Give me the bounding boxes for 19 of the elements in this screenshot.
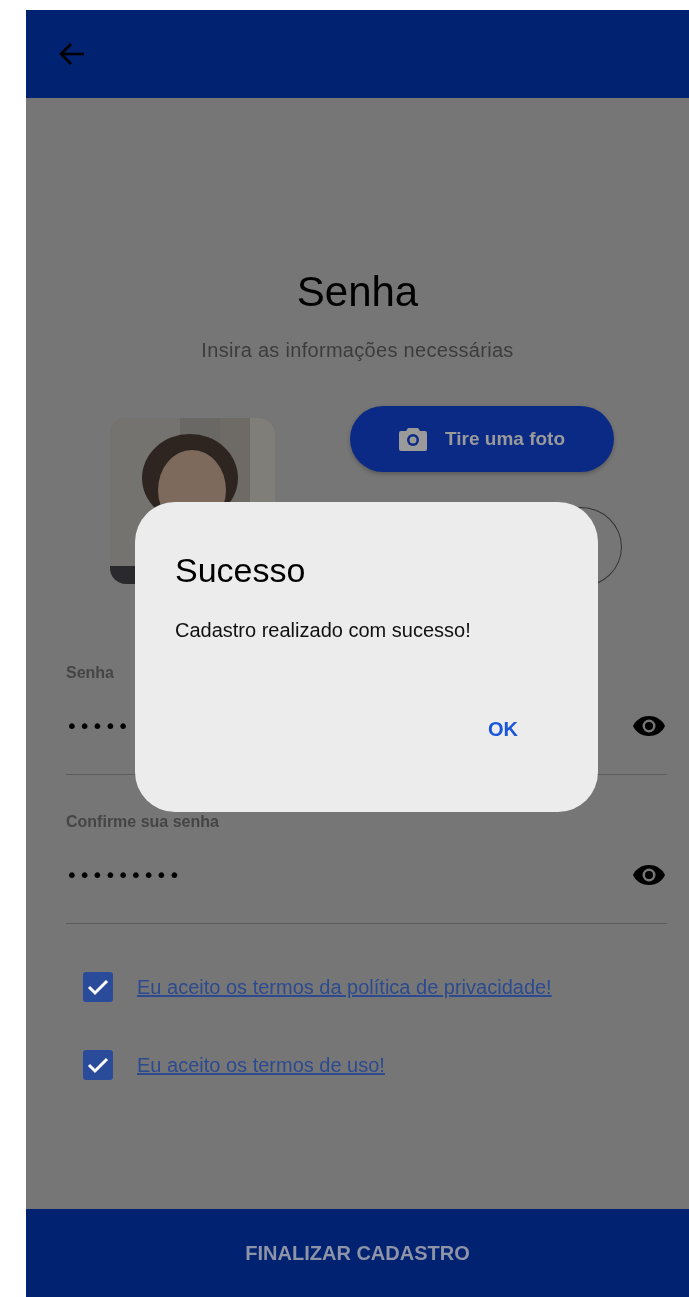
page-subtitle: Insira as informações necessárias: [200, 338, 515, 362]
back-arrow-icon: [58, 42, 86, 66]
password-input[interactable]: •••••••••: [66, 863, 266, 887]
check-icon: [87, 1056, 109, 1074]
eye-icon: [632, 864, 666, 886]
checkbox[interactable]: [83, 972, 113, 1002]
dialog-title: Sucesso: [175, 550, 307, 590]
dialog-message: Cadastro realizado com sucesso!: [175, 618, 472, 642]
show-password-button[interactable]: [631, 862, 667, 888]
password-input[interactable]: •••••: [66, 714, 266, 738]
check-icon: [87, 978, 109, 996]
page-title: Senha: [295, 268, 420, 316]
checkbox[interactable]: [83, 1050, 113, 1080]
show-password-button[interactable]: [631, 713, 667, 739]
ok-button[interactable]: OK: [480, 712, 526, 747]
take-photo-button[interactable]: Tire uma foto: [350, 406, 614, 472]
camera-icon: [399, 427, 427, 451]
eye-icon: [632, 715, 666, 737]
finish-button[interactable]: FINALIZAR CADASTRO: [26, 1209, 689, 1297]
